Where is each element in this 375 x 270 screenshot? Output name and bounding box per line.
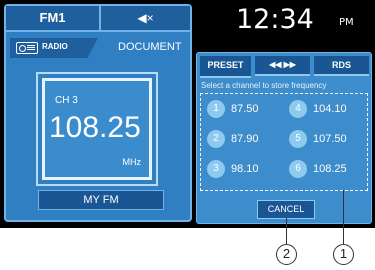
- seek-icon: ◀◀ ▶▶: [269, 60, 296, 69]
- preset-number: 3: [207, 160, 225, 178]
- clock-ampm: PM: [339, 17, 354, 28]
- preset-number: 2: [207, 130, 225, 148]
- preset-store-panel: PRESET ◀◀ ▶▶ RDS Select a channel to sto…: [196, 52, 372, 224]
- frequency-value: 108.25: [49, 111, 141, 144]
- band-tab-fm1[interactable]: FM1: [6, 6, 101, 32]
- frequency-display: CH 3 108.25 MHz: [36, 72, 158, 186]
- preset-number: 6: [289, 160, 307, 178]
- preset-frequency: 87.50: [231, 103, 259, 115]
- preset-number: 5: [289, 130, 307, 148]
- channel-label: CH 3: [55, 95, 78, 106]
- callout-marker-1: 1: [333, 244, 354, 265]
- speaker-mute-icon: ◀×: [137, 11, 154, 25]
- tab-rds[interactable]: RDS: [314, 56, 369, 76]
- preset-frequency: 87.90: [231, 133, 259, 145]
- preset-number: 1: [207, 100, 225, 118]
- preset-frequency: 104.10: [313, 103, 347, 115]
- preset-frequency: 107.50: [313, 133, 347, 145]
- clock-time: 12:34: [236, 4, 314, 35]
- preset-frequency: 98.10: [231, 163, 259, 175]
- cancel-button[interactable]: CANCEL: [257, 200, 315, 219]
- radio-source-button[interactable]: RADIO: [10, 38, 98, 58]
- callout-leader-1: [343, 190, 344, 244]
- my-fm-button[interactable]: MY FM: [38, 190, 164, 210]
- preset-button-1[interactable]: 1 87.50: [201, 100, 281, 120]
- band-tabs: FM1 ◀×: [6, 6, 190, 32]
- mute-button[interactable]: ◀×: [101, 6, 190, 32]
- preset-number: 4: [289, 100, 307, 118]
- preset-grid: 1 87.50 2 87.90 3 98.10 4 104.10 5 107.5…: [200, 93, 368, 191]
- preset-button-2[interactable]: 2 87.90: [201, 130, 281, 150]
- tab-seek[interactable]: ◀◀ ▶▶: [255, 56, 310, 76]
- radio-icon: [16, 42, 38, 54]
- preset-frequency: 108.25: [313, 163, 347, 175]
- head-unit-screen: FM1 ◀× RADIO DOCUMENT CH 3 108.25 MHz MY…: [0, 0, 375, 228]
- document-source-button[interactable]: DOCUMENT: [118, 41, 182, 53]
- frequency-unit: MHz: [122, 157, 142, 167]
- preset-button-5[interactable]: 5 107.50: [283, 130, 363, 150]
- preset-button-6[interactable]: 6 108.25: [283, 160, 363, 180]
- callout-leader-2: [286, 218, 287, 244]
- tab-preset[interactable]: PRESET: [200, 56, 251, 78]
- callout-marker-2: 2: [276, 244, 297, 265]
- radio-label: RADIO: [42, 42, 68, 51]
- instruction-text: Select a channel to store frequency: [201, 81, 327, 90]
- source-row: RADIO DOCUMENT: [6, 36, 190, 60]
- radio-panel: FM1 ◀× RADIO DOCUMENT CH 3 108.25 MHz MY…: [4, 4, 192, 222]
- frequency-display-inner: CH 3 108.25 MHz: [42, 78, 152, 180]
- preset-button-3[interactable]: 3 98.10: [201, 160, 281, 180]
- preset-button-4[interactable]: 4 104.10: [283, 100, 363, 120]
